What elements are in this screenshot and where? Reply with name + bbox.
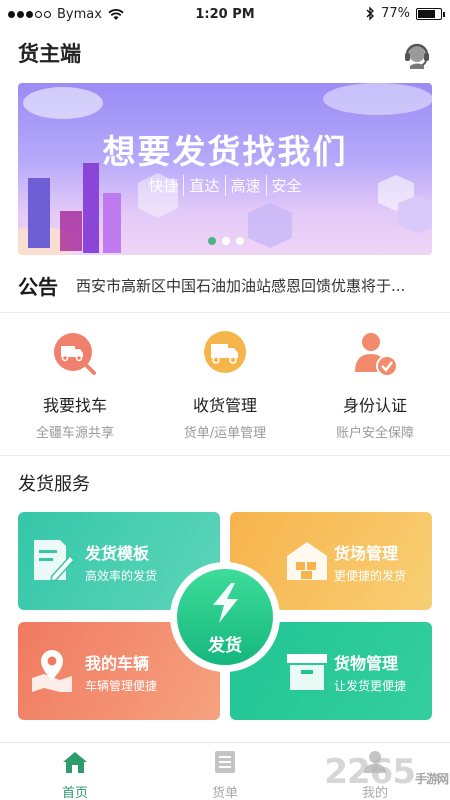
banner-pager[interactable] <box>208 237 244 245</box>
list-icon <box>215 751 235 773</box>
watermark-suffix: 手游网 <box>414 772 449 786</box>
tab-label: 货单 <box>211 786 238 800</box>
service-card-subtitle: 高效率的发货 <box>85 569 158 583</box>
truck-search-icon <box>54 333 96 375</box>
tab-label: 首页 <box>61 786 88 800</box>
notice-bar[interactable]: 公告 西安市高新区中国石油加油站感恩回馈优惠将于... <box>18 265 432 305</box>
quick-entry-identity[interactable]: 身份认证 账户安全保障 <box>300 328 450 441</box>
tab-orders[interactable]: 货单 <box>150 743 300 800</box>
lightning-icon <box>213 583 238 623</box>
ship-button-label: 发货 <box>208 636 242 656</box>
pager-dot[interactable] <box>222 237 230 245</box>
quick-entries: 我要找车 全疆车源共享 收货管理 货单/运单管理 身份认证 账户安全保障 <box>0 328 450 441</box>
banner-tag: 安全 <box>265 175 307 196</box>
battery-icon <box>416 7 445 20</box>
service-card-title: 发货模板 <box>85 544 150 563</box>
tab-home[interactable]: 首页 <box>0 743 150 800</box>
pager-dot[interactable] <box>208 237 216 245</box>
user-verified-icon <box>355 333 398 377</box>
status-bar: Bymax 1:20 PM 77% <box>0 0 450 30</box>
quick-entry-find-truck[interactable]: 我要找车 全疆车源共享 <box>0 328 150 441</box>
battery-percent: 77% <box>381 6 410 21</box>
pager-dot[interactable] <box>236 237 244 245</box>
quick-entry-receive[interactable]: 收货管理 货单/运单管理 <box>150 328 300 441</box>
quick-entry-title: 我要找车 <box>42 396 107 415</box>
service-card-title: 货物管理 <box>334 654 399 673</box>
divider <box>0 455 450 456</box>
watermark: 2265手游网 <box>324 752 449 792</box>
notice-tag: 公告 <box>18 274 58 299</box>
section-title: 发货服务 <box>18 474 90 495</box>
bluetooth-icon <box>366 6 375 21</box>
quick-entry-title: 收货管理 <box>192 396 257 415</box>
ship-button[interactable]: 发货 <box>170 562 280 672</box>
service-card-title: 我的车辆 <box>85 654 150 673</box>
template-edit-icon <box>34 540 74 582</box>
quick-entry-title: 身份认证 <box>342 396 407 415</box>
banner-tag: 快捷 <box>148 177 179 195</box>
divider <box>0 312 450 313</box>
watermark-number: 2265 <box>324 752 416 792</box>
home-icon <box>63 752 87 773</box>
customer-service-headset-icon[interactable] <box>402 40 432 70</box>
app-screen: Bymax 1:20 PM 77% 货主端 想要发货找我们 快捷 直达 高速 安… <box>0 0 450 800</box>
map-pin-icon <box>32 650 72 692</box>
service-card-title: 货场管理 <box>334 544 399 563</box>
promo-banner[interactable]: 想要发货找我们 快捷 直达 高速 安全 <box>18 83 432 255</box>
banner-tags: 快捷 直达 高速 安全 <box>18 175 432 196</box>
notice-text[interactable]: 西安市高新区中国石油加油站感恩回馈优惠将于... <box>76 275 421 296</box>
quick-entry-subtitle: 货单/运单管理 <box>183 426 267 441</box>
service-card-subtitle: 更便捷的发货 <box>334 569 407 583</box>
service-card-subtitle: 车辆管理便捷 <box>85 679 158 693</box>
ship-button-inner: 发货 <box>177 569 273 665</box>
banner-headline: 想要发货找我们 <box>102 132 348 171</box>
page-title: 货主端 <box>18 42 81 66</box>
app-header: 货主端 <box>18 34 432 74</box>
cargo-box-icon <box>287 654 327 690</box>
banner-tag: 高速 <box>224 175 266 196</box>
delivery-truck-icon <box>204 331 246 373</box>
warehouse-icon <box>287 542 327 580</box>
banner-tag: 直达 <box>183 175 224 196</box>
quick-entry-subtitle: 账户安全保障 <box>335 426 414 441</box>
service-card-subtitle: 让发货更便捷 <box>334 679 407 693</box>
quick-entry-subtitle: 全疆车源共享 <box>35 426 114 441</box>
